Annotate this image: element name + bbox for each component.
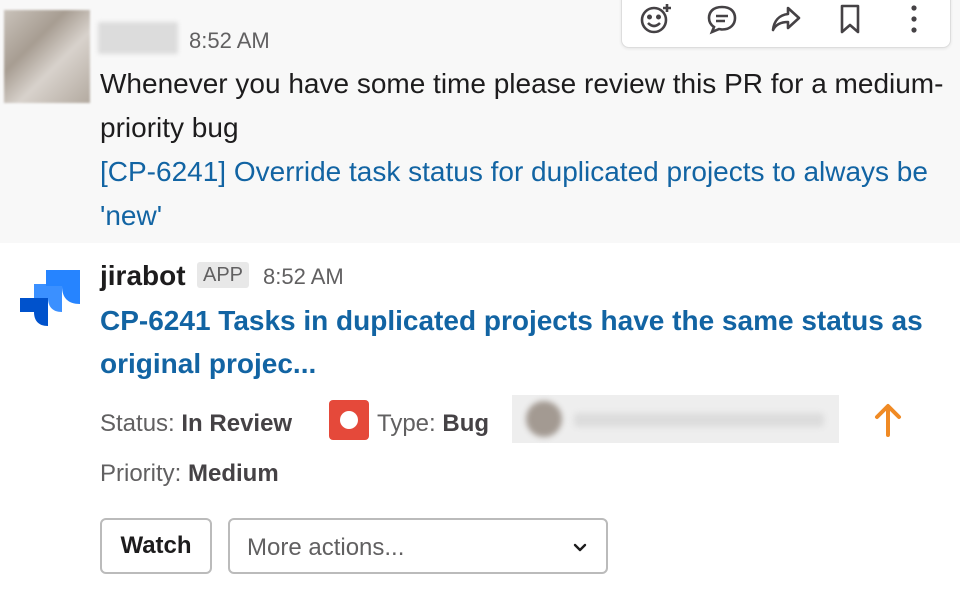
jirabot-avatar[interactable] <box>10 258 86 334</box>
add-reaction-icon <box>640 4 671 34</box>
message-body: Whenever you have some time please revie… <box>100 68 944 143</box>
reply-in-thread-icon <box>707 5 737 35</box>
user-avatar[interactable] <box>4 10 90 103</box>
type-field: Type: Bug <box>377 410 489 438</box>
reply-in-thread-button[interactable] <box>700 0 744 39</box>
app-badge: APP <box>197 262 250 288</box>
priority-value: Medium <box>188 460 279 487</box>
more-actions-select[interactable]: More actions... <box>228 518 608 574</box>
more-actions-button[interactable] <box>892 0 936 39</box>
add-reaction-button[interactable] <box>634 0 678 39</box>
watch-button[interactable]: Watch <box>100 518 212 574</box>
bot-sender-name[interactable]: jirabot <box>100 260 186 292</box>
type-value: Bug <box>442 410 490 437</box>
assignee-redacted <box>512 395 839 443</box>
status-label: Status: <box>100 410 175 437</box>
bug-type-icon <box>329 400 369 440</box>
jira-logo-icon <box>10 258 86 334</box>
type-label: Type: <box>377 410 436 437</box>
more-actions-label: More actions... <box>247 534 405 561</box>
issue-title-link[interactable]: CP-6241 Tasks in duplicated projects hav… <box>100 299 940 385</box>
share-message-button[interactable] <box>764 0 808 39</box>
sender-name-redacted <box>98 22 178 54</box>
pr-link[interactable]: [CP-6241] Override task status for dupli… <box>100 150 955 238</box>
message-timestamp[interactable]: 8:52 AM <box>189 28 270 54</box>
message-timestamp[interactable]: 8:52 AM <box>263 264 344 290</box>
assignee-avatar <box>526 401 562 437</box>
save-bookmark-icon <box>840 4 860 34</box>
priority-field: Priority: Medium <box>100 460 279 488</box>
priority-label: Priority: <box>100 460 182 487</box>
priority-arrow-up-icon <box>875 404 901 437</box>
chevron-down-icon <box>573 543 587 552</box>
message-actions-toolbar <box>621 0 951 48</box>
status-value: In Review <box>181 410 293 437</box>
save-for-later-button[interactable] <box>828 0 872 39</box>
more-actions-icon <box>911 5 917 33</box>
status-field: Status: In Review <box>100 410 292 438</box>
share-message-icon <box>771 6 801 32</box>
